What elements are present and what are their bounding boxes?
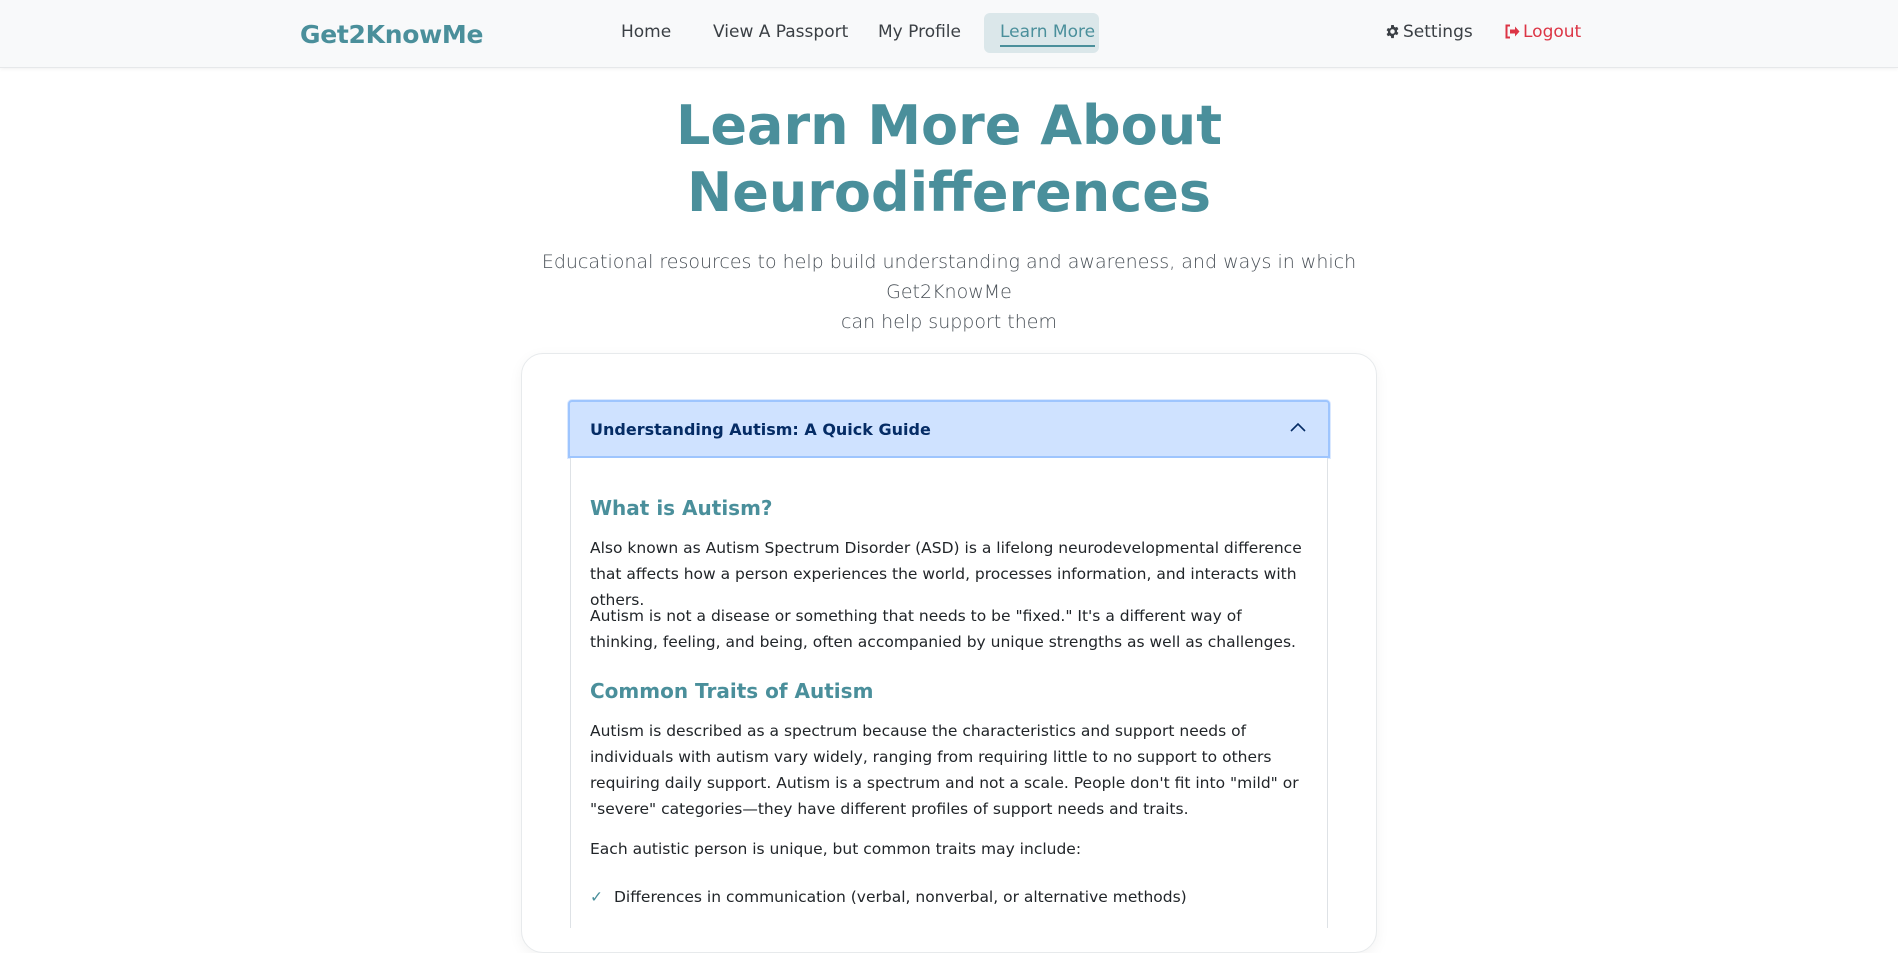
paragraph-autism-not-disease: Autism is not a disease or something tha… <box>590 607 1296 651</box>
nav-home[interactable]: Home <box>621 22 671 42</box>
logout-icon <box>1505 24 1520 39</box>
paragraph-spectrum: Autism is described as a spectrum becaus… <box>590 722 1299 818</box>
nav-learn-more[interactable]: Learn More <box>1000 22 1096 47</box>
checkmark-icon: ✓ <box>590 888 603 906</box>
accordion-title: Understanding Autism: A Quick Guide <box>590 420 931 439</box>
section-heading-common-traits: Common Traits of Autism <box>590 679 874 703</box>
brand-logo[interactable]: Get2KnowMe <box>300 20 483 49</box>
accordion-toggle-autism-guide[interactable]: Understanding Autism: A Quick Guide <box>568 400 1330 458</box>
top-navbar: Get2KnowMe Home View A Passport My Profi… <box>0 0 1898 68</box>
page-subtitle-line2: can help support them <box>841 311 1057 333</box>
nav-view-passport[interactable]: View A Passport <box>713 22 848 42</box>
page-title-line2: Neurodifferences <box>687 161 1211 224</box>
settings-label: Settings <box>1403 22 1473 42</box>
paragraph-autism-definition: Also known as Autism Spectrum Disorder (… <box>590 539 1302 609</box>
trait-item-text: Differences in communication (verbal, no… <box>614 888 1187 906</box>
paragraph-traits-intro: Each autistic person is unique, but comm… <box>590 840 1082 858</box>
page-subtitle: Educational resources to help build unde… <box>530 247 1368 337</box>
nav-logout[interactable]: Logout <box>1504 22 1581 42</box>
nav-settings[interactable]: Settings <box>1385 22 1473 42</box>
gear-icon <box>1386 24 1399 39</box>
chevron-up-icon <box>1290 422 1306 432</box>
page-title: Learn More About Neurodifferences <box>0 92 1898 226</box>
page-title-line1: Learn More About <box>675 94 1223 157</box>
list-item: ✓ Differences in communication (verbal, n… <box>590 884 1187 910</box>
page-subtitle-line1: Educational resources to help build unde… <box>541 251 1357 303</box>
logout-label: Logout <box>1523 22 1582 42</box>
section-heading-what-is-autism: What is Autism? <box>590 496 773 520</box>
nav-my-profile[interactable]: My Profile <box>878 22 961 42</box>
